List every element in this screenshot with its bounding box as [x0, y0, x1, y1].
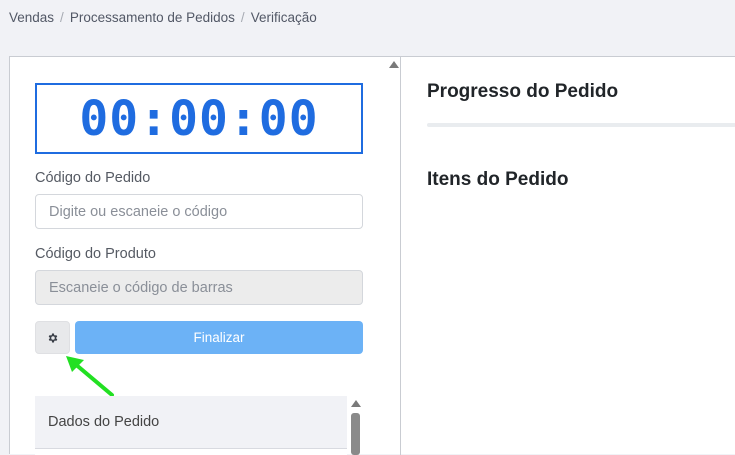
- breadcrumb-item-processamento[interactable]: Processamento de Pedidos: [70, 10, 235, 25]
- order-data-row: [35, 449, 347, 455]
- progress-title: Progresso do Pedido: [427, 81, 619, 102]
- breadcrumb-item-vendas[interactable]: Vendas: [9, 10, 54, 25]
- scroll-up-arrow-icon[interactable]: [389, 61, 399, 68]
- order-code-input[interactable]: [35, 194, 363, 229]
- main-panel: 00:00:00 Código do Pedido Código do Prod…: [9, 56, 735, 455]
- order-code-label: Código do Pedido: [35, 170, 151, 186]
- breadcrumb-item-verificacao: Verificação: [250, 9, 317, 25]
- breadcrumb: Vendas / Processamento de Pedidos / Veri…: [0, 0, 735, 34]
- scrollbar-thumb[interactable]: [351, 413, 360, 455]
- gear-icon: [48, 333, 57, 342]
- items-title: Itens do Pedido: [427, 169, 569, 190]
- order-progress-bar: [427, 123, 735, 127]
- finalize-button[interactable]: Finalizar: [75, 321, 363, 354]
- right-column: Progresso do Pedido Itens do Pedido: [402, 57, 735, 455]
- timer-display: 00:00:00: [35, 83, 363, 154]
- product-code-label: Código do Produto: [35, 246, 156, 262]
- settings-button[interactable]: [35, 321, 70, 354]
- annotation-arrow-icon: [66, 356, 114, 397]
- order-data-title: Dados do Pedido: [48, 414, 160, 430]
- left-column: 00:00:00 Código do Pedido Código do Prod…: [10, 57, 401, 455]
- order-data-scrollbar[interactable]: [349, 396, 363, 455]
- product-code-input[interactable]: [35, 270, 363, 305]
- scroll-up-arrow-icon[interactable]: [351, 400, 361, 407]
- order-data-section: Dados do Pedido: [35, 396, 347, 455]
- breadcrumb-separator: /: [60, 9, 64, 25]
- breadcrumb-separator: /: [240, 9, 245, 25]
